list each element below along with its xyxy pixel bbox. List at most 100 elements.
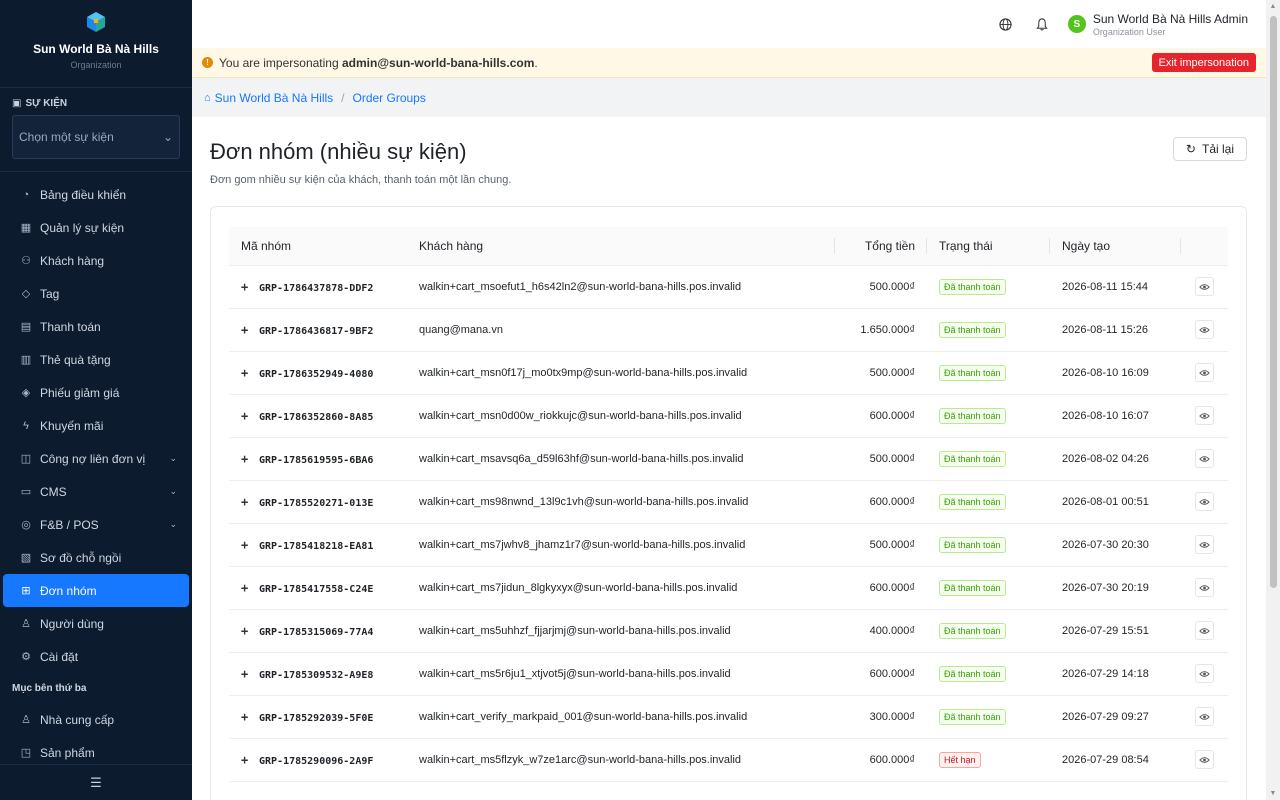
- status-badge: Đã thanh toán: [939, 493, 1006, 510]
- cell-status: Đã thanh toán: [927, 394, 1050, 438]
- table-row: + GRP-1785309532-A9E8 walkin+cart_ms5r6ju1…: [229, 652, 1228, 696]
- view-eye-icon[interactable]: [1195, 277, 1214, 296]
- avatar: S: [1067, 15, 1086, 33]
- sidebar-item-payments[interactable]: ▤ Thanh toán: [3, 310, 189, 343]
- breadcrumb-home-link[interactable]: Sun World Bà Nà Hills: [215, 91, 334, 105]
- view-eye-icon[interactable]: [1195, 750, 1214, 769]
- scrollbar-thumb[interactable]: [1270, 16, 1277, 588]
- event-select[interactable]: Chọn một sự kiện ⌄: [12, 115, 180, 159]
- cell-status: Đã thanh toán: [927, 308, 1050, 352]
- cell-total: 600.000₫: [835, 652, 927, 696]
- table-header-row: Mã nhóm Khách hàng Tổng tiền Trạng thái …: [229, 227, 1228, 266]
- expand-row-icon[interactable]: +: [241, 366, 255, 380]
- cell-actions: [1181, 480, 1228, 524]
- table-row: + GRP-1785619595-6BA6 walkin+cart_msavsq6a…: [229, 437, 1228, 481]
- view-eye-icon[interactable]: [1195, 707, 1214, 726]
- user-info: Sun World Bà Nà Hills Admin Organization…: [1093, 12, 1248, 37]
- view-eye-icon[interactable]: [1195, 664, 1214, 683]
- table-row: + GRP-1785417558-C24E walkin+cart_ms7jidun…: [229, 566, 1228, 610]
- cell-total: 600.000₫: [835, 738, 927, 782]
- cell-customer: walkin+cart_msoefut1_h6s42ln2@sun-world-…: [419, 265, 835, 309]
- view-eye-icon[interactable]: [1195, 406, 1214, 425]
- column-header-code: Mã nhóm: [229, 227, 419, 266]
- sidebar-item-tag[interactable]: ◇ Tag: [3, 277, 189, 310]
- sidebar-item-dashboard[interactable]: ◔ Bảng điều khiển: [3, 178, 189, 211]
- view-eye-icon[interactable]: [1195, 320, 1214, 339]
- top-header: S Sun World Bà Nà Hills Admin Organizati…: [192, 0, 1266, 48]
- view-eye-icon[interactable]: [1195, 492, 1214, 511]
- cell-customer: walkin+cart_ms5flzyk_w7ze1arc@sun-world-…: [419, 738, 835, 782]
- status-badge: Đã thanh toán: [939, 450, 1006, 467]
- view-eye-icon[interactable]: [1195, 578, 1214, 597]
- expand-row-icon[interactable]: +: [241, 409, 255, 423]
- cell-actions: [1181, 394, 1228, 438]
- scroll-up-arrow-icon[interactable]: ▲: [1269, 3, 1277, 10]
- column-header-status: Trạng thái: [927, 227, 1050, 266]
- sidebar-item-debt[interactable]: ◫ Công nợ liên đơn vị ⌄: [3, 442, 189, 475]
- cell-code: + GRP-1785292039-5F0E: [229, 695, 419, 739]
- seatmap-icon: ▧: [20, 552, 32, 564]
- debt-icon: ◫: [20, 453, 32, 465]
- expand-row-icon[interactable]: +: [241, 710, 255, 724]
- view-eye-icon[interactable]: [1195, 621, 1214, 640]
- cell-actions: [1181, 609, 1228, 653]
- expand-row-icon[interactable]: +: [241, 667, 255, 681]
- cell-status: Đã thanh toán: [927, 351, 1050, 395]
- sidebar-item-users[interactable]: ♙ Người dùng: [3, 607, 189, 640]
- status-badge: Đã thanh toán: [939, 622, 1006, 639]
- order-groups-table: Mã nhóm Khách hàng Tổng tiền Trạng thái …: [229, 227, 1228, 782]
- event-section-title: ▣ SỰ KIỆN: [12, 98, 68, 109]
- sidebar-item-events[interactable]: ▦ Quản lý sự kiện: [3, 211, 189, 244]
- breadcrumb-current[interactable]: Order Groups: [353, 91, 426, 105]
- sidebar-item-seat-map[interactable]: ▧ Sơ đồ chỗ ngồi: [3, 541, 189, 574]
- cell-customer: walkin+cart_ms98nwnd_13l9c1vh@sun-world-…: [419, 480, 835, 524]
- cell-status: Đã thanh toán: [927, 652, 1050, 696]
- expand-row-icon[interactable]: +: [241, 280, 255, 294]
- exit-impersonation-button[interactable]: Exit impersonation: [1151, 53, 1256, 72]
- cell-actions: [1181, 738, 1228, 782]
- reload-button[interactable]: ↻ Tải lại: [1172, 137, 1247, 161]
- cell-customer: walkin+cart_ms5uhhzf_fjjarjmj@sun-world-…: [419, 609, 835, 653]
- sidebar-item-promotions[interactable]: ϟ Khuyến mãi: [3, 409, 189, 442]
- view-eye-icon[interactable]: [1195, 535, 1214, 554]
- sidebar-collapse-button[interactable]: ☰: [0, 764, 192, 800]
- expand-row-icon[interactable]: +: [241, 624, 255, 638]
- cell-created: 2026-08-10 16:07: [1050, 394, 1181, 438]
- expand-row-icon[interactable]: +: [241, 753, 255, 767]
- warning-icon: !: [202, 57, 213, 68]
- cell-total: 300.000₫: [835, 695, 927, 739]
- user-menu[interactable]: S Sun World Bà Nà Hills Admin Organizati…: [1067, 12, 1248, 37]
- language-globe-icon[interactable]: [996, 14, 1016, 34]
- sidebar-item-settings[interactable]: ⚙ Cài đặt: [3, 640, 189, 673]
- expand-row-icon[interactable]: +: [241, 323, 255, 337]
- sidebar-item-gift-cards[interactable]: ▥ Thẻ quà tặng: [3, 343, 189, 376]
- payment-icon: ▤: [20, 321, 32, 333]
- table-row: + GRP-1785290096-2A9F walkin+cart_ms5flzyk…: [229, 738, 1228, 782]
- sidebar-group-third-party: Mục bên thứ ba: [12, 683, 87, 694]
- expand-row-icon[interactable]: +: [241, 581, 255, 595]
- cell-created: 2026-08-02 04:26: [1050, 437, 1181, 481]
- sidebar-item-order-groups[interactable]: ⊞ Đơn nhóm: [3, 574, 189, 607]
- cell-customer: walkin+cart_ms7jidun_8lgkyxyx@sun-world-…: [419, 566, 835, 610]
- cms-icon: ▭: [20, 486, 32, 498]
- view-eye-icon[interactable]: [1195, 449, 1214, 468]
- sidebar-item-coupons[interactable]: ◈ Phiếu giảm giá: [3, 376, 189, 409]
- expand-row-icon[interactable]: +: [241, 452, 255, 466]
- chevron-down-icon: ⌄: [169, 453, 177, 463]
- sidebar-item-customers[interactable]: ⚇ Khách hàng: [3, 244, 189, 277]
- expand-row-icon[interactable]: +: [241, 538, 255, 552]
- brand: Sun World Bà Nà Hills Organization: [0, 0, 192, 88]
- page-scrollbar[interactable]: ▲ ▼: [1266, 0, 1280, 800]
- table-row: + GRP-1785315069-77A4 walkin+cart_ms5uhhzf…: [229, 609, 1228, 653]
- cell-code: + GRP-1785520271-013E: [229, 480, 419, 524]
- sidebar-item-fnb-pos[interactable]: ◎ F&B / POS ⌄: [3, 508, 189, 541]
- cell-code: + GRP-1786436817-9BF2: [229, 308, 419, 352]
- notification-bell-icon[interactable]: [1032, 14, 1052, 34]
- scroll-down-arrow-icon[interactable]: ▼: [1269, 790, 1277, 797]
- view-eye-icon[interactable]: [1195, 363, 1214, 382]
- sidebar-item-suppliers[interactable]: ♙ Nhà cung cấp: [3, 703, 189, 736]
- expand-row-icon[interactable]: +: [241, 495, 255, 509]
- table-row: + GRP-1786352949-4080 walkin+cart_msn0f17j…: [229, 351, 1228, 395]
- sidebar-item-cms[interactable]: ▭ CMS ⌄: [3, 475, 189, 508]
- cell-customer: walkin+cart_msn0d00w_riokkujc@sun-world-…: [419, 394, 835, 438]
